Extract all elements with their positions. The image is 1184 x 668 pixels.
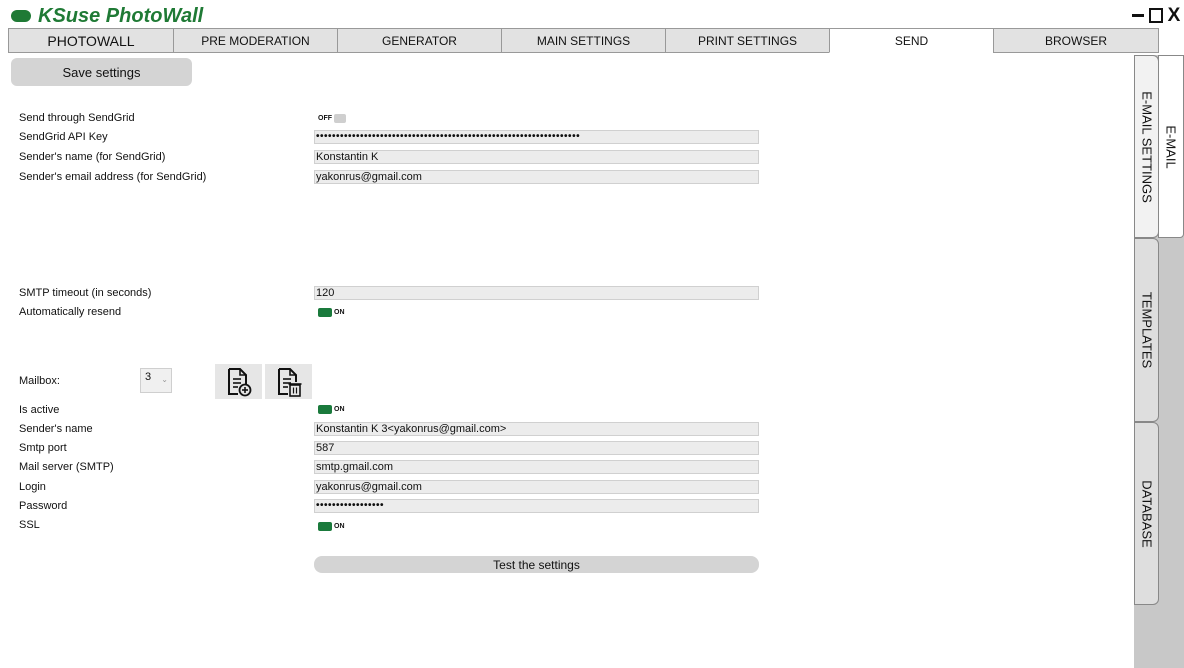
minimize-icon[interactable] bbox=[1131, 8, 1145, 23]
app-logo-icon bbox=[11, 10, 31, 22]
mail-server-field[interactable]: smtp.gmail.com bbox=[314, 460, 759, 474]
delete-mailbox-button[interactable] bbox=[265, 364, 312, 399]
tab-database[interactable]: DATABASE bbox=[1134, 422, 1159, 605]
mail-server-label: Mail server (SMTP) bbox=[19, 461, 114, 473]
toggle-knob bbox=[334, 114, 346, 123]
main-tabs: PHOTOWALL PRE MODERATION GENERATOR MAIN … bbox=[8, 28, 1160, 53]
tab-templates-label: TEMPLATES bbox=[1139, 291, 1154, 369]
tab-print-settings[interactable]: PRINT SETTINGS bbox=[665, 28, 830, 53]
add-mailbox-button[interactable] bbox=[215, 364, 262, 399]
send-through-sendgrid-label: Send through SendGrid bbox=[19, 112, 135, 124]
smtp-timeout-field[interactable]: 120 bbox=[314, 286, 759, 300]
sendgrid-sender-email-field[interactable]: yakonrus@gmail.com bbox=[314, 170, 759, 184]
add-document-icon bbox=[228, 368, 252, 397]
smtp-port-label: Smtp port bbox=[19, 442, 67, 454]
mailbox-selected-value: 3 bbox=[145, 371, 152, 383]
chevron-down-icon: ⌄ bbox=[161, 375, 168, 384]
toggle-knob bbox=[318, 522, 332, 531]
auto-resend-label: Automatically resend bbox=[19, 306, 122, 318]
mailbox-label: Mailbox: bbox=[19, 375, 60, 387]
sendgrid-sender-name-field[interactable]: Konstantin K bbox=[314, 150, 759, 164]
ssl-label: SSL bbox=[19, 519, 40, 531]
toggle-state: OFF bbox=[318, 115, 332, 122]
close-icon[interactable]: X bbox=[1167, 6, 1181, 25]
smtp-timeout-label: SMTP timeout (in seconds) bbox=[19, 287, 152, 299]
tab-send[interactable]: SEND bbox=[829, 28, 994, 53]
save-settings-button[interactable]: Save settings bbox=[11, 58, 192, 86]
login-field[interactable]: yakonrus@gmail.com bbox=[314, 480, 759, 494]
app-title: KSuse PhotoWall bbox=[38, 5, 204, 27]
password-field[interactable]: ••••••••••••••••• bbox=[314, 499, 759, 513]
password-label: Password bbox=[19, 500, 68, 512]
tab-photowall[interactable]: PHOTOWALL bbox=[8, 28, 174, 53]
is-active-label: Is active bbox=[19, 404, 60, 416]
auto-resend-toggle[interactable]: ON bbox=[318, 307, 345, 318]
delete-document-icon bbox=[278, 368, 302, 397]
sender-name-label: Sender's name bbox=[19, 423, 93, 435]
toggle-state: ON bbox=[334, 406, 345, 413]
sender-name-field[interactable]: Konstantin K 3<yakonrus@gmail.com> bbox=[314, 422, 759, 436]
toggle-state: ON bbox=[334, 523, 345, 530]
test-settings-button[interactable]: Test the settings bbox=[314, 556, 759, 573]
ssl-toggle[interactable]: ON bbox=[318, 521, 345, 532]
toggle-knob bbox=[318, 308, 332, 317]
tab-generator[interactable]: GENERATOR bbox=[337, 28, 502, 53]
sendgrid-sender-name-label: Sender's name (for SendGrid) bbox=[19, 151, 166, 163]
toggle-state: ON bbox=[334, 309, 345, 316]
sendgrid-api-key-field[interactable]: ••••••••••••••••••••••••••••••••••••••••… bbox=[314, 130, 759, 144]
tab-email[interactable]: E-MAIL bbox=[1158, 55, 1184, 238]
tab-email-settings-label: E-MAIL SETTINGS bbox=[1139, 90, 1154, 203]
is-active-toggle[interactable]: ON bbox=[318, 404, 345, 415]
tab-main-settings[interactable]: MAIN SETTINGS bbox=[501, 28, 666, 53]
maximize-icon[interactable] bbox=[1149, 8, 1163, 23]
smtp-port-field[interactable]: 587 bbox=[314, 441, 759, 455]
sendgrid-api-key-label: SendGrid API Key bbox=[19, 131, 108, 143]
send-through-sendgrid-toggle[interactable]: OFF bbox=[318, 113, 346, 124]
login-label: Login bbox=[19, 481, 46, 493]
tab-email-settings[interactable]: E-MAIL SETTINGS bbox=[1134, 55, 1159, 238]
tab-browser[interactable]: BROWSER bbox=[993, 28, 1159, 53]
title-bar: KSuse PhotoWall X bbox=[0, 0, 1184, 28]
mailbox-select[interactable]: 3 ⌄ bbox=[140, 368, 172, 393]
tab-pre-moderation[interactable]: PRE MODERATION bbox=[173, 28, 338, 53]
toggle-knob bbox=[318, 405, 332, 414]
tab-database-label: DATABASE bbox=[1139, 479, 1154, 548]
tab-email-label: E-MAIL bbox=[1163, 124, 1179, 169]
sendgrid-sender-email-label: Sender's email address (for SendGrid) bbox=[19, 171, 207, 183]
tab-templates[interactable]: TEMPLATES bbox=[1134, 238, 1159, 422]
